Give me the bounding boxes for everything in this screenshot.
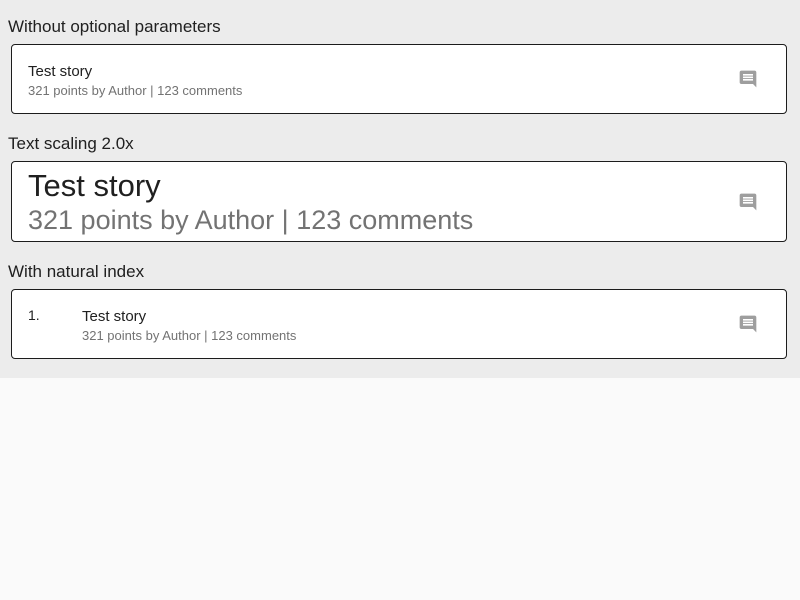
story-card-indexed[interactable]: 1. Test story 321 points by Author | 123… [11, 289, 787, 359]
story-subtitle: 321 points by Author | 123 comments [82, 328, 297, 343]
comment-icon[interactable] [738, 314, 758, 334]
story-subtitle: 321 points by Author | 123 comments [28, 83, 243, 98]
story-card-scaled[interactable]: Test story 321 points by Author | 123 co… [11, 161, 787, 242]
story-card[interactable]: Test story 321 points by Author | 123 co… [11, 44, 787, 114]
comment-icon[interactable] [738, 192, 758, 212]
story-index: 1. [28, 307, 40, 323]
comment-icon[interactable] [738, 69, 758, 89]
story-title: Test story [28, 63, 93, 80]
section-label-with-natural-index: With natural index [8, 262, 145, 281]
section-label-without-optional-parameters: Without optional parameters [8, 17, 221, 36]
story-preview-panel: Without optional parameters Test story 3… [0, 0, 800, 378]
story-title: Test story [28, 168, 161, 203]
section-label-text-scaling: Text scaling 2.0x [8, 134, 134, 153]
story-title: Test story [82, 308, 147, 325]
story-subtitle: 321 points by Author | 123 comments [28, 205, 474, 235]
